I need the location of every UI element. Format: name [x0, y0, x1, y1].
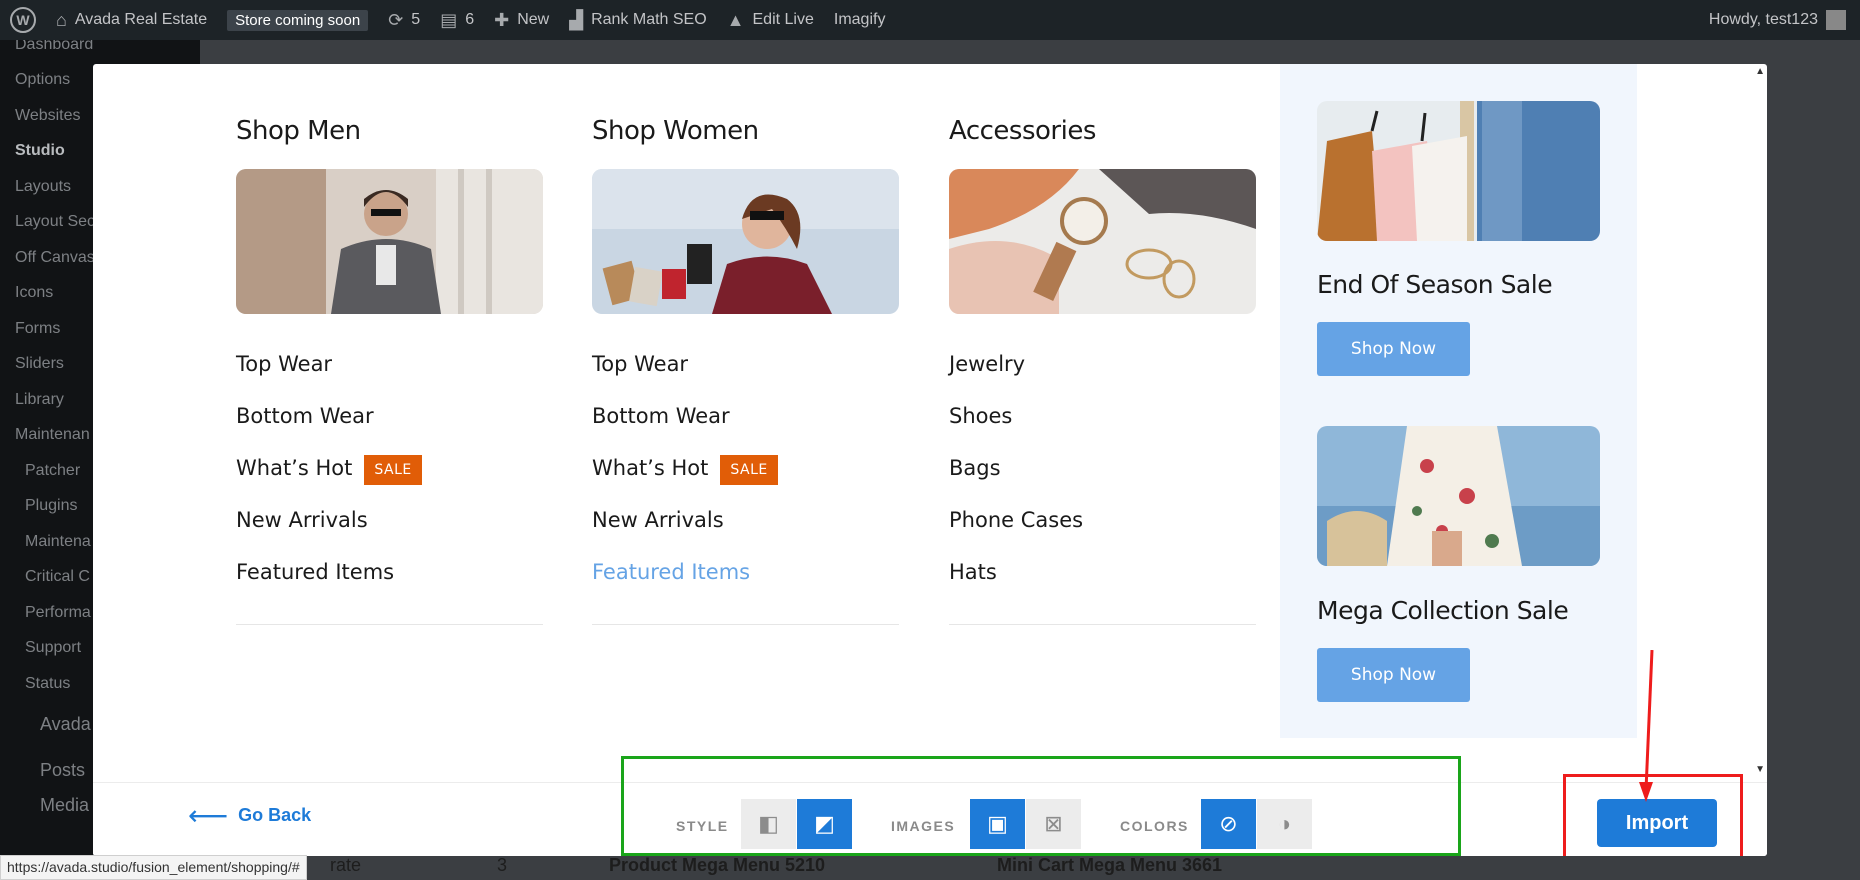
background-count: 3 [497, 855, 508, 875]
chart-icon: ▟ [569, 9, 584, 30]
scroll-down-arrow-icon[interactable]: ▼ [1755, 764, 1765, 775]
user-account-menu[interactable]: Howdy, test123 [1709, 10, 1860, 30]
scroll-up-arrow-icon[interactable]: ▲ [1755, 66, 1765, 77]
wordpress-logo-icon[interactable]: W [0, 0, 46, 40]
divider [949, 624, 1256, 625]
style-option-1-icon[interactable]: ◧ [741, 799, 796, 849]
menu-link-bags[interactable]: Bags [949, 456, 1256, 508]
color-contrast-icon[interactable]: ◑ [1257, 799, 1312, 849]
background-text: rate [330, 855, 362, 875]
background-strip: rate 3 Product Mega Menu 5210 Mini Cart … [200, 855, 1860, 880]
column-title: Shop Men [236, 116, 361, 146]
refresh-icon: ⟳ [388, 9, 404, 30]
shop-women-image [592, 169, 899, 314]
promo-panel: End Of Season Sale Shop Now Mega Collect… [1280, 64, 1637, 738]
menu-column-shop-men: Shop Men Top Wear Bottom Wear What’s Hot… [236, 116, 543, 625]
end-of-season-image [1317, 101, 1600, 241]
avatar [1826, 10, 1846, 30]
image-on-icon[interactable]: ▣ [970, 799, 1025, 849]
image-off-icon[interactable]: ⊠ [1026, 799, 1081, 849]
promo-title: Mega Collection Sale [1317, 596, 1569, 625]
updates-link[interactable]: ⟳ 5 [378, 0, 430, 40]
menu-link-jewelry[interactable]: Jewelry [949, 352, 1256, 404]
sale-badge: SALE [720, 455, 778, 485]
menu-link-top-wear[interactable]: Top Wear [592, 352, 899, 404]
background-card-title: Product Mega Menu 5210 [609, 855, 826, 875]
shop-now-button[interactable]: Shop Now [1317, 648, 1470, 702]
plus-icon: ✚ [494, 9, 510, 30]
avada-icon: ▲ [726, 9, 745, 30]
menu-column-accessories: Accessories Jewelry Shoes Bags Phone Cas… [949, 116, 1256, 625]
home-icon: ⌂ [56, 9, 67, 30]
color-off-icon[interactable]: ⊘ [1201, 799, 1256, 849]
menu-column-shop-women: Shop Women Top Wear Bottom Wear What’s H… [592, 116, 899, 625]
menu-link-new-arrivals[interactable]: New Arrivals [236, 508, 543, 560]
rank-math-link[interactable]: ▟ Rank Math SEO [559, 0, 716, 40]
column-title: Shop Women [592, 116, 759, 146]
background-card-title: Mini Cart Mega Menu 3661 [997, 855, 1223, 875]
admin-bar: W ⌂ Avada Real Estate Store coming soon … [0, 0, 1860, 40]
studio-preview-modal: ▲ ▼ Shop Men Top Wear Bottom Wear What’s… [93, 64, 1767, 856]
menu-link-hats[interactable]: Hats [949, 560, 1256, 612]
edit-live-link[interactable]: ▲ Edit Live [717, 0, 824, 40]
modal-footer: ⟵ Go Back STYLE ◧ ◩ IMAGES ▣ ⊠ COLORS ⊘ … [93, 756, 1767, 856]
promo-title: End Of Season Sale [1317, 270, 1553, 299]
shop-now-button[interactable]: Shop Now [1317, 322, 1470, 376]
menu-link-whats-hot[interactable]: What’s Hot SALE [592, 455, 899, 508]
import-button[interactable]: Import [1597, 799, 1717, 847]
sale-badge: SALE [364, 455, 422, 485]
menu-link-phone-cases[interactable]: Phone Cases [949, 508, 1256, 560]
imagify-link[interactable]: Imagify [824, 0, 896, 40]
menu-link-top-wear[interactable]: Top Wear [236, 352, 543, 404]
style-label: STYLE [676, 818, 729, 834]
site-name-link[interactable]: ⌂ Avada Real Estate [46, 0, 217, 40]
annotation-arrow-icon [1639, 650, 1654, 802]
comment-icon: ▤ [440, 9, 458, 30]
colors-label: COLORS [1120, 818, 1189, 834]
menu-link-featured-items[interactable]: Featured Items [592, 560, 899, 612]
mega-collection-image [1317, 426, 1600, 566]
arrow-left-icon: ⟵ [188, 799, 229, 831]
menu-link-whats-hot[interactable]: What’s Hot SALE [236, 455, 543, 508]
menu-link-bottom-wear[interactable]: Bottom Wear [592, 404, 899, 456]
accessories-image [949, 169, 1256, 314]
divider [236, 624, 543, 625]
menu-link-new-arrivals[interactable]: New Arrivals [592, 508, 899, 560]
menu-link-bottom-wear[interactable]: Bottom Wear [236, 404, 543, 456]
divider [592, 624, 899, 625]
sidebar-item-dashboard[interactable]: Dashboard [0, 40, 200, 62]
menu-link-featured-items[interactable]: Featured Items [236, 560, 543, 612]
comments-link[interactable]: ▤ 6 [430, 0, 484, 40]
style-option-2-icon[interactable]: ◩ [797, 799, 852, 849]
column-title: Accessories [949, 116, 1096, 146]
store-badge[interactable]: Store coming soon [217, 0, 378, 40]
shop-men-image [236, 169, 543, 314]
browser-status-url: https://avada.studio/fusion_element/shop… [0, 855, 307, 880]
images-label: IMAGES [891, 818, 956, 834]
go-back-link[interactable]: ⟵ Go Back [188, 799, 311, 831]
new-content-link[interactable]: ✚ New [484, 0, 559, 40]
menu-link-shoes[interactable]: Shoes [949, 404, 1256, 456]
